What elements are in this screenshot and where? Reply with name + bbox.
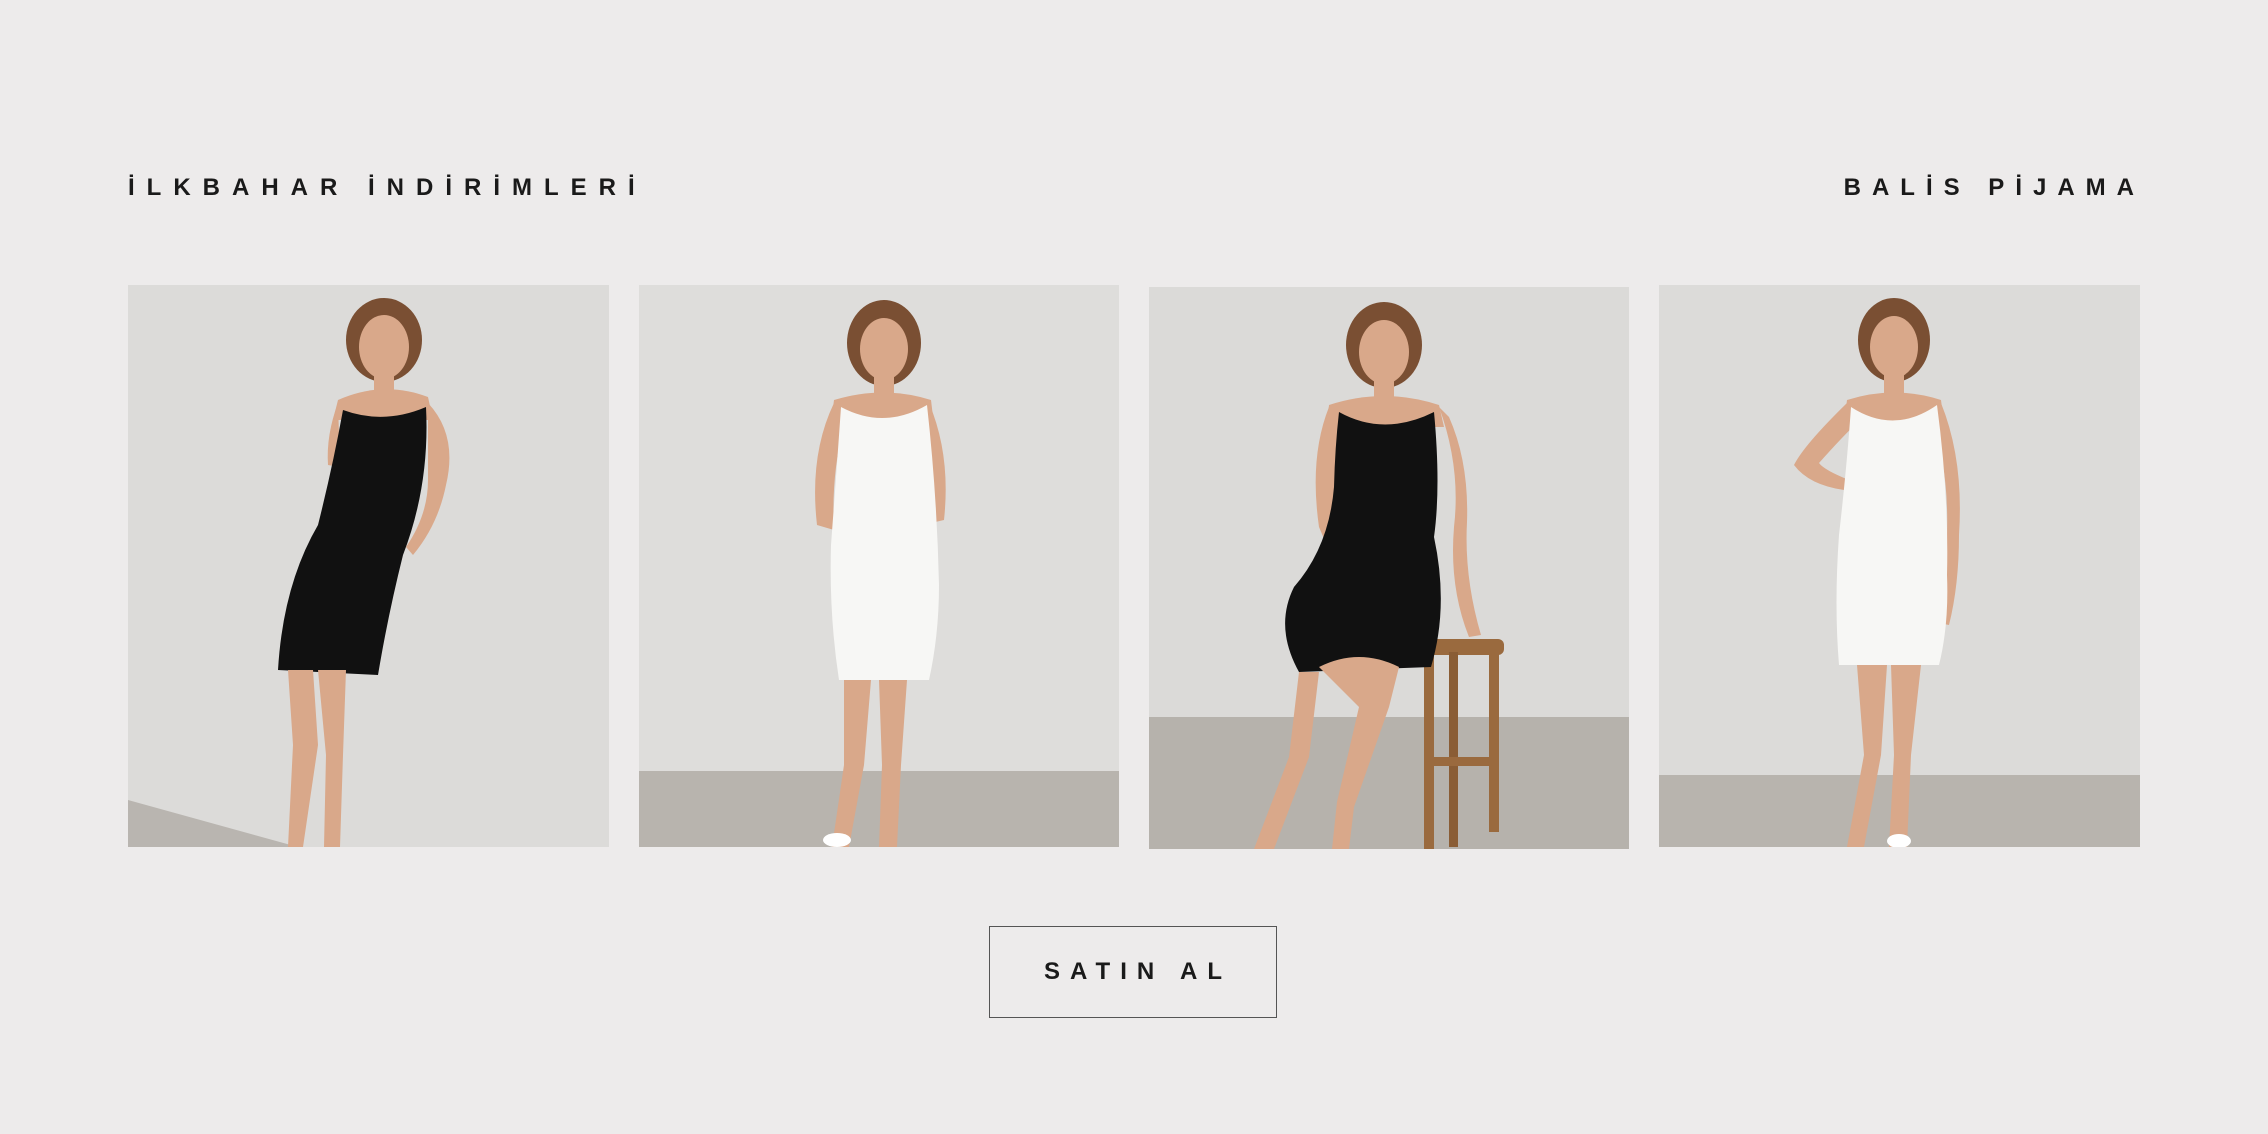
product-photo-3[interactable] xyxy=(1149,287,1629,849)
product-photo-2[interactable] xyxy=(639,285,1119,847)
buy-button[interactable]: SATIN AL xyxy=(989,926,1277,1018)
product-photo-1[interactable] xyxy=(128,285,609,847)
product-photo-4[interactable] xyxy=(1659,285,2140,847)
